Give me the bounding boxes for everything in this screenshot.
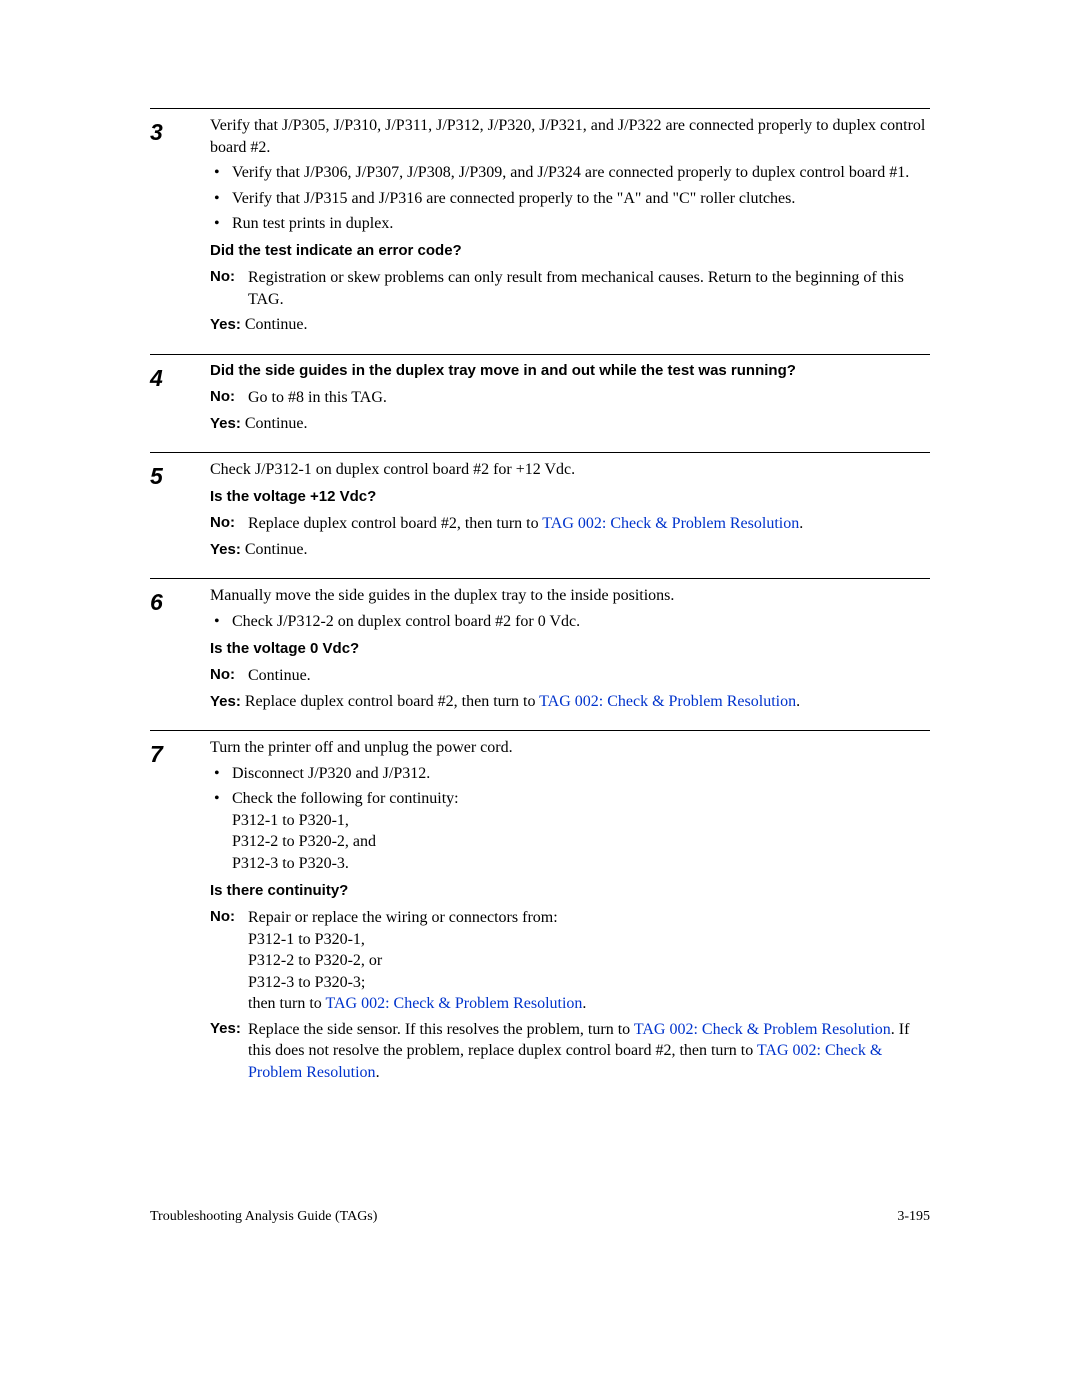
yes-text: Replace the side sensor. If this resolve… (248, 1019, 930, 1084)
step-intro: Manually move the side guides in the dup… (210, 585, 930, 607)
step-body: Verify that J/P305, J/P310, J/P311, J/P3… (210, 115, 930, 340)
step-number: 7 (150, 737, 210, 1088)
step-body: Did the side guides in the duplex tray m… (210, 361, 930, 438)
no-label: No: (210, 387, 248, 409)
yes-text: Continue. (245, 415, 308, 432)
step-7: 7 Turn the printer off and unplug the po… (150, 730, 930, 1088)
page-footer: Troubleshooting Analysis Guide (TAGs) 3-… (150, 1208, 930, 1227)
answer-yes: Yes: Continue. (210, 539, 930, 561)
question: Did the test indicate an error code? (210, 241, 930, 261)
step-body: Check J/P312-1 on duplex control board #… (210, 459, 930, 564)
no-label: No: (210, 267, 248, 310)
answer-no: No: Registration or skew problems can on… (210, 267, 930, 310)
tag-002-link[interactable]: TAG 002: Check & Problem Resolution (539, 693, 796, 710)
question: Did the side guides in the duplex tray m… (210, 361, 930, 381)
no-text: Continue. (248, 665, 930, 687)
no-label: No: (210, 907, 248, 1015)
answer-no: No: Repair or replace the wiring or conn… (210, 907, 930, 1015)
yes-text: Replace duplex control board #2, then tu… (245, 693, 800, 710)
step-intro: Verify that J/P305, J/P310, J/P311, J/P3… (210, 115, 930, 158)
answer-yes: Yes: Continue. (210, 314, 930, 336)
step-6: 6 Manually move the side guides in the d… (150, 578, 930, 716)
step-5: 5 Check J/P312-1 on duplex control board… (150, 452, 930, 564)
bullet-list: Check J/P312-2 on duplex control board #… (210, 611, 930, 633)
step-4: 4 Did the side guides in the duplex tray… (150, 354, 930, 438)
step-body: Manually move the side guides in the dup… (210, 585, 930, 716)
footer-left: Troubleshooting Analysis Guide (TAGs) (150, 1208, 377, 1227)
tag-002-link[interactable]: TAG 002: Check & Problem Resolution (325, 995, 582, 1012)
list-item: Run test prints in duplex. (210, 213, 930, 235)
list-item: Check J/P312-2 on duplex control board #… (210, 611, 930, 633)
no-label: No: (210, 513, 248, 535)
step-number: 4 (150, 361, 210, 438)
yes-label: Yes: (210, 1019, 248, 1084)
no-text: Registration or skew problems can only r… (248, 267, 930, 310)
question: Is the voltage +12 Vdc? (210, 487, 930, 507)
step-intro: Check J/P312-1 on duplex control board #… (210, 459, 930, 481)
answer-yes: Yes: Continue. (210, 413, 930, 435)
answer-yes: Yes: Replace the side sensor. If this re… (210, 1019, 930, 1084)
question: Is there continuity? (210, 881, 930, 901)
yes-text: Continue. (245, 541, 308, 558)
footer-right: 3-195 (897, 1208, 930, 1227)
no-text: Go to #8 in this TAG. (248, 387, 930, 409)
list-item: Disconnect J/P320 and J/P312. (210, 763, 930, 785)
yes-label: Yes: (210, 693, 241, 710)
no-text: Repair or replace the wiring or connecto… (248, 907, 930, 1015)
answer-no: No: Go to #8 in this TAG. (210, 387, 930, 409)
step-number: 5 (150, 459, 210, 564)
step-number: 3 (150, 115, 210, 340)
step-intro: Turn the printer off and unplug the powe… (210, 737, 930, 759)
answer-no: No: Replace duplex control board #2, the… (210, 513, 930, 535)
step-3: 3 Verify that J/P305, J/P310, J/P311, J/… (150, 108, 930, 340)
yes-text: Continue. (245, 316, 308, 333)
list-item: Verify that J/P315 and J/P316 are connec… (210, 188, 930, 210)
tag-002-link[interactable]: TAG 002: Check & Problem Resolution (542, 515, 799, 532)
step-body: Turn the printer off and unplug the powe… (210, 737, 930, 1088)
yes-label: Yes: (210, 415, 241, 432)
answer-yes: Yes: Replace duplex control board #2, th… (210, 691, 930, 713)
tag-002-link[interactable]: TAG 002: Check & Problem Resolution (634, 1021, 891, 1038)
question: Is the voltage 0 Vdc? (210, 639, 930, 659)
answer-no: No: Continue. (210, 665, 930, 687)
bullet-list: Verify that J/P306, J/P307, J/P308, J/P3… (210, 162, 930, 235)
yes-label: Yes: (210, 541, 241, 558)
list-item: Check the following for continuity: P312… (210, 788, 930, 874)
no-label: No: (210, 665, 248, 687)
bullet-list: Disconnect J/P320 and J/P312. Check the … (210, 763, 930, 875)
list-item: Verify that J/P306, J/P307, J/P308, J/P3… (210, 162, 930, 184)
no-text: Replace duplex control board #2, then tu… (248, 513, 930, 535)
yes-label: Yes: (210, 316, 241, 333)
step-number: 6 (150, 585, 210, 716)
